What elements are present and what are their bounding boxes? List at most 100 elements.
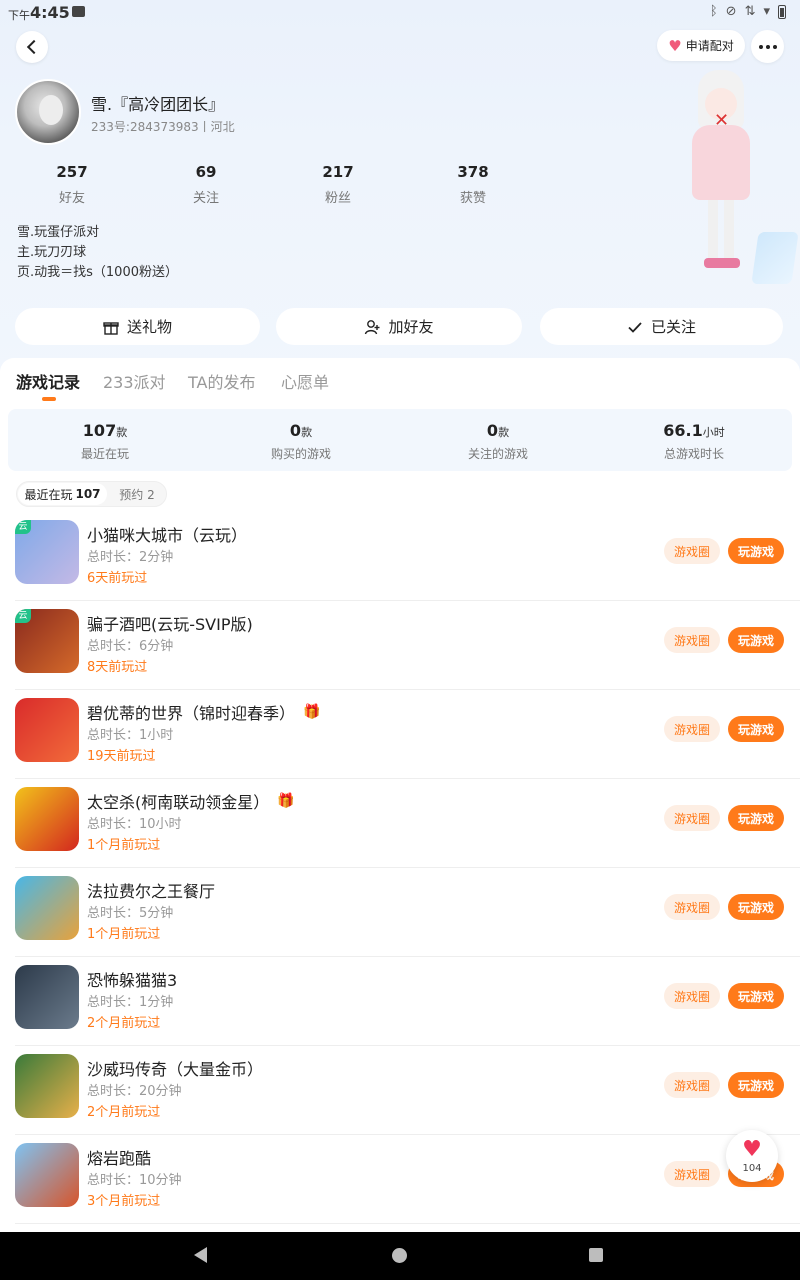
stat-value: 378 [457,163,489,181]
like-heart-icon: ♥ [742,1136,762,1162]
game-circle-button[interactable]: 游戏圈 [664,983,720,1009]
filter-chip-count: 107 [75,487,101,501]
nickname: 雪.『高冷团团长』 [91,95,225,114]
summary-label: 关注的游戏 [467,447,528,461]
game-row[interactable]: 云 骗子酒吧(云玩-SVIP版) 总时长：6分钟 8天前玩过 游戏圈 玩游戏 [0,601,800,690]
filter-chip-label: 最近在玩 [24,487,73,502]
game-last-played: 3个月前玩过 [87,1194,161,1209]
game-name-wrap: 法拉费尔之王餐厅 [87,878,215,902]
game-icon[interactable]: 云 [15,609,79,673]
game-circle-button[interactable]: 游戏圈 [664,716,720,742]
tab-wishlist[interactable]: 心愿单 [281,369,329,393]
game-circle-button[interactable]: 游戏圈 [664,627,720,653]
avatar-character-figure[interactable]: ✕ [680,70,760,275]
summary-recent[interactable]: 107款 最近在玩 [15,421,195,462]
game-total-time: 总时长：6分钟 [87,639,174,654]
game-icon[interactable] [15,787,79,851]
followed-button[interactable]: 已关注 [540,308,783,345]
play-game-button[interactable]: 玩游戏 [728,1072,784,1098]
game-icon[interactable] [15,698,79,762]
game-name-wrap: 太空杀(柯南联动领金星） 🎁 [87,789,295,813]
back-icon [26,39,42,55]
game-row[interactable]: 恐怖躲猫猫3 总时长：1分钟 2个月前玩过 游戏圈 玩游戏 [0,957,800,1046]
game-total-time: 总时长：1分钟 [87,995,174,1010]
summary-value: 107 [82,421,117,440]
play-game-button[interactable]: 玩游戏 [728,805,784,831]
apply-pair-button[interactable]: ♥ 申请配对 [657,30,745,61]
nav-home-icon[interactable] [392,1248,407,1263]
summary-total-time[interactable]: 66.1小时 总游戏时长 [604,421,784,462]
game-circle-button[interactable]: 游戏圈 [664,1161,720,1187]
summary-unit: 款 [498,426,510,439]
play-game-button[interactable]: 玩游戏 [728,983,784,1009]
avatar[interactable] [15,79,81,145]
game-row[interactable]: 熔岩跑酷总时长：10分钟3个月前玩过游戏圈玩游戏 [0,1135,800,1224]
game-last-played: 2个月前玩过 [87,1105,161,1120]
game-name: 熔岩跑酷 [87,1149,152,1168]
more-button[interactable] [751,30,784,63]
stat-likes[interactable]: 378 获赞 [433,163,513,206]
game-circle-button[interactable]: 游戏圈 [664,538,720,564]
summary-purchased[interactable]: 0款 购买的游戏 [211,421,391,462]
mute-icon: ⊘ [725,4,737,19]
tab-233-party[interactable]: 233派对 [103,369,166,393]
game-row[interactable]: 太空杀(柯南联动领金星） 🎁 总时长：10小时 1个月前玩过 游戏圈 玩游戏 [0,779,800,868]
game-last-played: 2个月前玩过 [87,1016,161,1031]
stat-value: 217 [322,163,354,181]
stat-following[interactable]: 69 关注 [166,163,246,206]
play-game-button[interactable]: 玩游戏 [728,627,784,653]
game-icon[interactable] [15,965,79,1029]
play-game-button[interactable]: 玩游戏 [728,716,784,742]
summary-label: 最近在玩 [80,447,129,461]
filter-chip-reserve[interactable]: 预约 2 [112,483,162,505]
summary-label: 购买的游戏 [270,447,331,461]
row-divider [15,1223,800,1224]
nav-back-icon[interactable] [194,1247,207,1263]
play-game-button[interactable]: 玩游戏 [728,894,784,920]
bio-line: 雪.玩蛋仔派对 [17,225,100,240]
add-friend-button[interactable]: 加好友 [276,308,522,345]
game-icon[interactable]: 云 [15,520,79,584]
game-row[interactable]: 法拉费尔之王餐厅 总时长：5分钟 1个月前玩过 游戏圈 玩游戏 [0,868,800,957]
game-icon[interactable] [15,876,79,940]
game-last-played: 19天前玩过 [87,749,156,764]
game-name-wrap: 碧优蒂的世界（锦时迎春季） 🎁 [87,700,320,724]
game-last-played: 1个月前玩过 [87,838,161,853]
game-total-time: 总时长：10分钟 [87,1173,182,1188]
game-total-time: 总时长：2分钟 [87,550,174,565]
game-total-time: 总时长：5分钟 [87,906,174,921]
stat-label: 获赞 [459,191,486,206]
game-row[interactable]: 碧优蒂的世界（锦时迎春季） 🎁 总时长：1小时 19天前玩过 游戏圈 玩游戏 [0,690,800,779]
nav-recents-icon[interactable] [589,1248,603,1262]
stat-value: 257 [56,163,88,181]
game-circle-button[interactable]: 游戏圈 [664,894,720,920]
stat-friends[interactable]: 257 好友 [32,163,112,206]
stat-fans[interactable]: 217 粉丝 [298,163,378,206]
game-total-time: 总时长：1小时 [87,728,174,743]
tab-game-records[interactable]: 游戏记录 [16,369,80,393]
data-arrows-icon: ⇅ [744,4,756,19]
decoration-ice [751,232,799,284]
play-game-button[interactable]: 玩游戏 [728,538,784,564]
summary-followed-games[interactable]: 0款 关注的游戏 [408,421,588,462]
send-gift-button[interactable]: 送礼物 [15,308,260,345]
game-circle-button[interactable]: 游戏圈 [664,1072,720,1098]
tab-ta-posts[interactable]: TA的发布 [188,369,255,393]
game-icon[interactable] [15,1054,79,1118]
game-icon[interactable] [15,1143,79,1207]
game-row[interactable]: 沙威玛传奇（大量金币） 总时长：20分钟 2个月前玩过 游戏圈 玩游戏 [0,1046,800,1135]
heart-icon: ♥ [668,36,682,55]
stat-label: 粉丝 [324,191,351,206]
summary-unit: 款 [116,426,128,439]
back-button[interactable] [16,31,48,63]
send-gift-label: 送礼物 [126,318,172,336]
game-name: 太空杀(柯南联动领金星） [87,793,270,812]
bio-line: 主.玩刀刃球 [17,245,87,260]
add-user-icon [365,319,380,334]
like-float-button[interactable]: ♥ 104 [726,1130,778,1182]
summary-unit: 款 [301,426,313,439]
game-row[interactable]: 云 小猫咪大城市（云玩） 总时长：2分钟 6天前玩过 游戏圈 玩游戏 [0,512,800,601]
game-circle-button[interactable]: 游戏圈 [664,805,720,831]
like-count: 104 [742,1162,762,1174]
filter-chip-recent[interactable]: 最近在玩 107 [18,483,107,505]
